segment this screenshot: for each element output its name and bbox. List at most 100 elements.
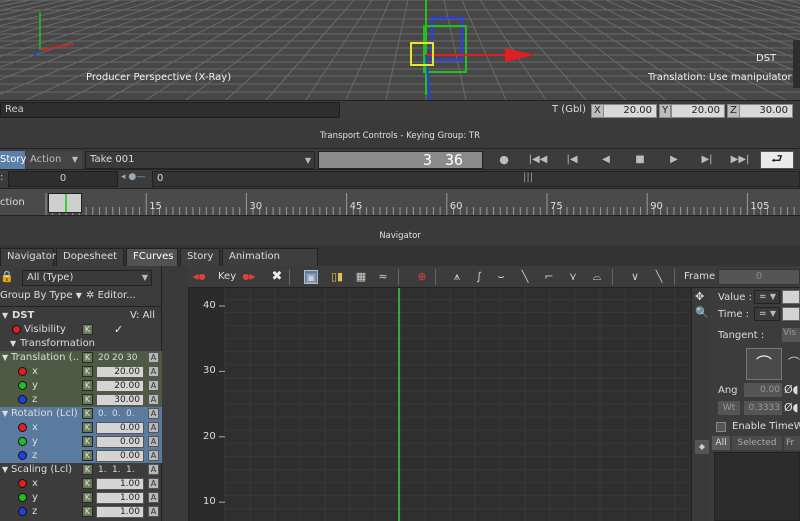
channel-value[interactable]: 1.00 bbox=[96, 506, 144, 518]
calendar-icon[interactable]: ▦ bbox=[354, 270, 368, 284]
channel-value[interactable]: 30.00 bbox=[96, 394, 144, 406]
range-slider-handle-icon[interactable]: ◂ ●— bbox=[121, 172, 151, 186]
animate-toggle[interactable]: A bbox=[148, 422, 159, 433]
3d-viewport[interactable]: Producer Perspective (X-Ray) DST Transla… bbox=[0, 0, 800, 100]
frame-field[interactable]: 0 bbox=[718, 269, 800, 285]
key-toggle[interactable]: K bbox=[82, 506, 93, 517]
frame-counter[interactable]: 3 36 bbox=[318, 151, 483, 169]
animate-toggle[interactable]: A bbox=[148, 352, 159, 363]
fcurve-graph[interactable]: 40 30 20 10 ✥ 🔍 ◆ bbox=[188, 288, 711, 521]
value-field[interactable] bbox=[782, 290, 800, 304]
time-operator-dropdown[interactable]: = ▼ bbox=[754, 307, 780, 321]
key-reduce-icon[interactable]: ∨ bbox=[628, 270, 642, 284]
object-row[interactable]: ▼ DST V: All bbox=[0, 309, 162, 323]
prev-key-icon[interactable]: ◀● bbox=[192, 270, 206, 284]
animate-toggle[interactable]: A bbox=[148, 394, 159, 405]
range-start-field[interactable]: 0 bbox=[8, 171, 118, 187]
tangent-smooth-button-icon[interactable]: ⌒ bbox=[746, 348, 782, 380]
timewarp-list[interactable] bbox=[714, 452, 800, 521]
animate-toggle[interactable]: A bbox=[148, 506, 159, 517]
fcurve-tree-row[interactable]: x K 20.00 A bbox=[0, 365, 162, 379]
angle-field[interactable]: 0.00 bbox=[744, 383, 782, 397]
action-mode-dropdown[interactable]: Action ▼ bbox=[26, 151, 82, 169]
fcurve-tree-row[interactable]: ▼ Transformation bbox=[0, 337, 162, 351]
key-scale-icon[interactable]: ╲ bbox=[652, 270, 666, 284]
key-toggle[interactable]: K bbox=[82, 352, 93, 363]
lock-icon[interactable]: 🔒 bbox=[0, 270, 14, 284]
animate-toggle[interactable]: A bbox=[148, 492, 159, 503]
key-toggle[interactable]: K bbox=[82, 366, 93, 377]
frame-all-icon[interactable]: ▣ bbox=[304, 270, 318, 284]
next-key-icon[interactable]: ●▶ bbox=[242, 270, 256, 284]
animate-toggle[interactable]: A bbox=[148, 436, 159, 447]
tab-fcurves[interactable]: FCurves bbox=[126, 248, 178, 266]
timeline-ruler[interactable]: ction 15 30 45 60 75 90 105 bbox=[0, 188, 800, 216]
animate-toggle[interactable]: A bbox=[148, 478, 159, 489]
fcurve-tree-row[interactable]: y K 1.00 A bbox=[0, 491, 162, 505]
tangent-break-icon[interactable]: ⋎ bbox=[566, 270, 580, 284]
fcurve-tree-row[interactable]: ▼ Scaling (Lcl) K 1. 1. 1. A bbox=[0, 463, 162, 477]
animate-toggle[interactable]: A bbox=[148, 408, 159, 419]
tangent-user-icon[interactable]: ⌓ bbox=[590, 270, 604, 284]
enable-timewarp-checkbox[interactable] bbox=[716, 422, 726, 432]
tab-selected[interactable]: Selected bbox=[732, 436, 782, 450]
range-slider[interactable]: 0 ||| bbox=[152, 171, 800, 187]
key-toggle[interactable]: K bbox=[82, 380, 93, 391]
filter-dropdown[interactable]: All (Type) ▼ bbox=[22, 270, 152, 286]
fcurve-tree-row[interactable]: y K 20.00 A bbox=[0, 379, 162, 393]
editor-button[interactable]: ✲ Editor... bbox=[86, 290, 136, 301]
group-by-dropdown[interactable]: Group By Type ▼ bbox=[0, 290, 82, 301]
take-dropdown[interactable]: Take 001 ▼ bbox=[85, 151, 315, 169]
graph-options-icon[interactable]: ◆ bbox=[695, 440, 709, 454]
stop-icon[interactable]: ■ bbox=[630, 152, 650, 168]
value-operator-dropdown[interactable]: = ▼ bbox=[754, 290, 780, 304]
delete-key-icon[interactable]: ✖ bbox=[270, 270, 284, 284]
tab-navigator[interactable]: Navigator bbox=[0, 248, 56, 266]
channel-value[interactable]: 0.00 bbox=[96, 450, 144, 462]
visibility-check-icon[interactable]: ✓ bbox=[114, 323, 126, 336]
tab-fr[interactable]: Fr bbox=[784, 436, 800, 450]
key-toggle[interactable]: K bbox=[82, 478, 93, 489]
snap-key-icon[interactable]: ⊕ bbox=[415, 270, 429, 284]
fcurve-tree-row[interactable]: ▼ Translation (... K 20 20 30 A bbox=[0, 351, 162, 365]
pan-icon[interactable]: ✥ bbox=[695, 290, 704, 303]
goto-end-icon[interactable]: ▶▶| bbox=[728, 152, 752, 168]
time-slider-handle[interactable] bbox=[48, 193, 82, 213]
animate-toggle[interactable]: A bbox=[148, 366, 159, 377]
tangent-auto-icon[interactable]: ⩚ bbox=[450, 270, 464, 284]
collapse-icon[interactable]: ▼ bbox=[2, 309, 8, 323]
time-field[interactable] bbox=[782, 307, 800, 321]
frame-selection-icon[interactable]: ▯▮ bbox=[330, 270, 344, 284]
story-mode-button[interactable]: Story bbox=[0, 151, 26, 169]
record-icon[interactable]: ● bbox=[494, 152, 514, 168]
key-toggle[interactable]: K bbox=[82, 324, 93, 335]
normalize-icon[interactable]: ≈ bbox=[376, 270, 390, 284]
fcurve-tree-row[interactable]: x K 0.00 A bbox=[0, 421, 162, 435]
viewport-scrollbar[interactable] bbox=[793, 40, 800, 88]
tab-dopesheet[interactable]: Dopesheet bbox=[56, 248, 124, 266]
tangent-step-icon[interactable]: ⌐ bbox=[542, 270, 556, 284]
status-left-field[interactable]: Rea bbox=[0, 102, 340, 118]
search-icon[interactable]: 🔍 bbox=[695, 306, 709, 319]
tab-animation-trigger[interactable]: Animation Trigger bbox=[222, 248, 318, 278]
fcurve-tree-row[interactable]: Visibility K ✓ bbox=[0, 323, 162, 337]
weight-field[interactable]: 0.3333 bbox=[744, 401, 782, 415]
tangent-linear-icon[interactable]: ╲ bbox=[518, 270, 532, 284]
angle-lock-icon[interactable]: Ø◖ bbox=[784, 383, 798, 396]
channel-value[interactable]: 1.00 bbox=[96, 478, 144, 490]
fcurve-tree-row[interactable]: z K 0.00 A bbox=[0, 449, 162, 463]
animate-toggle[interactable]: A bbox=[148, 464, 159, 475]
channel-value[interactable]: 1.00 bbox=[96, 492, 144, 504]
tangent-dropdown[interactable]: Vis bbox=[782, 328, 800, 342]
play-icon[interactable]: ▶ bbox=[664, 152, 684, 168]
tangent-broken-button-icon[interactable]: ⌒ bbox=[788, 348, 800, 380]
fcurve-tree-row[interactable]: ▼ Rotation (Lcl) K 0. 0. 0. A bbox=[0, 407, 162, 421]
collapse-icon[interactable]: ▼ bbox=[2, 463, 8, 477]
channel-value[interactable]: 20.00 bbox=[96, 366, 144, 378]
x-value-field[interactable]: 20.00 bbox=[603, 104, 657, 118]
tab-story[interactable]: Story bbox=[180, 248, 220, 266]
collapse-icon[interactable]: ▼ bbox=[2, 351, 8, 365]
y-value-field[interactable]: 20.00 bbox=[671, 104, 725, 118]
play-reverse-icon[interactable]: ◀ bbox=[596, 152, 616, 168]
collapse-icon[interactable]: ▼ bbox=[2, 407, 8, 421]
